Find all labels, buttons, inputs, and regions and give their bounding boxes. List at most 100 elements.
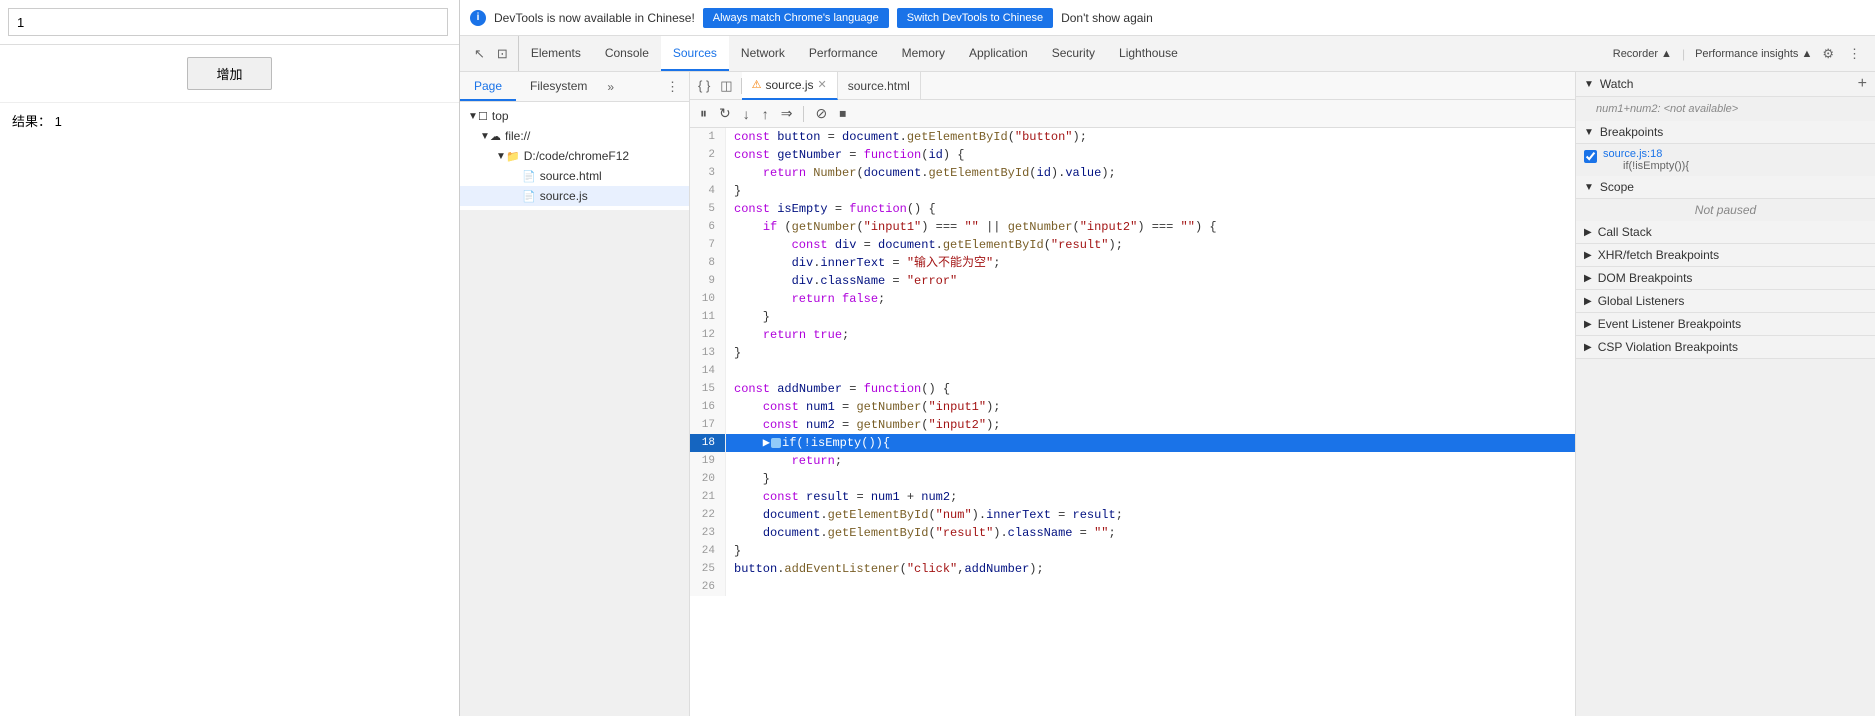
step-btn[interactable]: ⇒	[777, 103, 797, 124]
root-layout: 增加 结果： 1 i DevTools is now available in …	[0, 0, 1875, 716]
scope-status: Not paused	[1576, 199, 1875, 221]
sub-tab-filesystem[interactable]: Filesystem	[516, 72, 601, 101]
info-message: DevTools is now available in Chinese!	[494, 11, 695, 25]
tree-item-source-html[interactable]: ▶ 📄 source.html	[460, 166, 689, 186]
more-tabs-icon[interactable]: »	[601, 80, 620, 94]
code-line: 14	[690, 362, 1575, 380]
breakpoint-item: source.js:18 if(!isEmpty()){	[1576, 144, 1875, 176]
main-tab-bar: ↖ ⊡ Elements Console Sources Network Per…	[460, 36, 1875, 72]
tree-item-file[interactable]: ▼ ☁ file://	[460, 126, 689, 146]
number-input[interactable]	[8, 8, 448, 36]
result-label: 结果：	[12, 114, 51, 129]
tree-label-source-js: source.js	[540, 189, 588, 203]
event-header[interactable]: ▶ Event Listener Breakpoints	[1576, 313, 1875, 336]
device-icon[interactable]: ⊡	[493, 44, 512, 64]
dom-arrow: ▶	[1584, 273, 1592, 284]
tree-dots-icon[interactable]: ⋮	[662, 77, 683, 97]
tree-label-file: file://	[505, 129, 530, 143]
code-line-18: 18 ▶if(!isEmpty()){	[690, 434, 1575, 452]
xhr-header[interactable]: ▶ XHR/fetch Breakpoints	[1576, 244, 1875, 267]
watch-empty: num1+num2: <not available>	[1576, 97, 1875, 121]
code-line: 2 const getNumber = function(id) {	[690, 146, 1575, 164]
scope-header[interactable]: ▼ Scope	[1576, 176, 1875, 199]
tab-security[interactable]: Security	[1040, 36, 1107, 71]
event-section: ▶ Event Listener Breakpoints	[1576, 313, 1875, 336]
watch-section: ▼ Watch + num1+num2: <not available>	[1576, 72, 1875, 121]
tab-sources[interactable]: Sources	[661, 36, 729, 71]
breakpoints-title: Breakpoints	[1600, 125, 1663, 139]
tab-network[interactable]: Network	[729, 36, 797, 71]
resume-btn[interactable]: ⏸	[696, 103, 711, 124]
code-line: 8 div.innerText = "输入不能为空";	[690, 254, 1575, 272]
settings-icon[interactable]: ⚙	[1818, 44, 1838, 64]
tab-console[interactable]: Console	[593, 36, 661, 71]
source-tab-html-label: source.html	[848, 79, 910, 93]
file-tree: ▼ ☐ top ▼ ☁ file:// ▼ 📁 D:/code/chromeF1…	[460, 102, 690, 210]
watch-arrow: ▼	[1584, 79, 1594, 90]
code-line: 3 return Number(document.getElementById(…	[690, 164, 1575, 182]
step-into-btn[interactable]: ↓	[739, 104, 754, 124]
code-line: 13 }	[690, 344, 1575, 362]
tab-memory[interactable]: Memory	[890, 36, 957, 71]
global-header[interactable]: ▶ Global Listeners	[1576, 290, 1875, 313]
tab-elements[interactable]: Elements	[519, 36, 593, 71]
tree-item-chromef12[interactable]: ▼ 📁 D:/code/chromeF12	[460, 146, 689, 166]
watch-add-btn[interactable]: +	[1858, 76, 1867, 92]
code-line: 20 }	[690, 470, 1575, 488]
breakpoint-code: if(!isEmpty()){	[1603, 160, 1689, 172]
callstack-header[interactable]: ▶ Call Stack	[1576, 221, 1875, 244]
warn-icon: ⚠	[752, 78, 762, 91]
tree-item-top[interactable]: ▼ ☐ top	[460, 106, 689, 126]
breakpoints-section: ▼ Breakpoints source.js:18 if(!isEmpty()…	[1576, 121, 1875, 176]
button-area: 增加	[0, 45, 459, 103]
tree-item-source-js[interactable]: ▶ 📄 source.js	[460, 186, 689, 206]
deactivate-btn[interactable]: ⊘	[811, 103, 831, 124]
dom-header[interactable]: ▶ DOM Breakpoints	[1576, 267, 1875, 290]
step-over-btn[interactable]: ↻	[715, 103, 735, 124]
breakpoints-arrow: ▼	[1584, 127, 1594, 138]
source-tab-js-close[interactable]: ✕	[818, 78, 827, 91]
sources-body: Page Filesystem » ⋮ ▼ ☐ top ▼	[460, 72, 1875, 716]
format-icon[interactable]: { }	[694, 76, 714, 95]
code-line: 15 const addNumber = function() {	[690, 380, 1575, 398]
debugger-toolbar: ⏸ ↻ ↓ ↑ ⇒ ⊘ ⏹	[690, 100, 1575, 128]
pause-exceptions-btn[interactable]: ⏹	[835, 103, 850, 124]
add-button[interactable]: 增加	[187, 57, 271, 90]
tab-application[interactable]: Application	[957, 36, 1040, 71]
code-line: 22 document.getElementById("num").innerT…	[690, 506, 1575, 524]
source-tab-js[interactable]: ⚠ source.js ✕	[742, 72, 838, 100]
step-out-btn[interactable]: ↑	[758, 104, 773, 124]
scope-title: Scope	[1600, 180, 1634, 194]
source-tab-js-label: source.js	[765, 78, 813, 92]
switch-devtools-button[interactable]: Switch DevTools to Chinese	[897, 8, 1053, 28]
code-line: 25 button.addEventListener("click",addNu…	[690, 560, 1575, 578]
result-area: 结果： 1	[0, 103, 459, 138]
sources-middle: { } ◫ ⚠ source.js ✕ source.html	[690, 72, 1575, 716]
performance-insights-tab[interactable]: Performance insights ▲	[1695, 48, 1812, 60]
devtools: i DevTools is now available in Chinese! …	[460, 0, 1875, 716]
breakpoints-header[interactable]: ▼ Breakpoints	[1576, 121, 1875, 144]
more-icon[interactable]: ⋮	[1844, 44, 1865, 64]
code-line: 1 const button = document.getElementById…	[690, 128, 1575, 146]
watch-header[interactable]: ▼ Watch +	[1576, 72, 1875, 97]
inspect-icon[interactable]: ↖	[470, 44, 489, 64]
csp-section: ▶ CSP Violation Breakpoints	[1576, 336, 1875, 359]
sidebar-icon[interactable]: ◫	[716, 76, 736, 96]
recorder-tab[interactable]: Recorder ▲	[1613, 48, 1672, 60]
scope-arrow: ▼	[1584, 182, 1594, 193]
csp-header[interactable]: ▶ CSP Violation Breakpoints	[1576, 336, 1875, 359]
breakpoint-checkbox[interactable]	[1584, 150, 1597, 163]
dom-section: ▶ DOM Breakpoints	[1576, 267, 1875, 290]
tab-performance[interactable]: Performance	[797, 36, 890, 71]
code-line: 19 return;	[690, 452, 1575, 470]
sub-tab-page[interactable]: Page	[460, 72, 516, 101]
match-language-button[interactable]: Always match Chrome's language	[703, 8, 889, 28]
code-line: 12 return true;	[690, 326, 1575, 344]
sources-right: ▼ Watch + num1+num2: <not available> ▼ B…	[1575, 72, 1875, 716]
source-tab-html[interactable]: source.html	[838, 72, 921, 100]
global-arrow: ▶	[1584, 296, 1592, 307]
callstack-title: Call Stack	[1598, 225, 1652, 239]
tab-lighthouse[interactable]: Lighthouse	[1107, 36, 1190, 71]
dont-show-button[interactable]: Don't show again	[1061, 11, 1153, 25]
code-editor[interactable]: 1 const button = document.getElementById…	[690, 128, 1575, 716]
